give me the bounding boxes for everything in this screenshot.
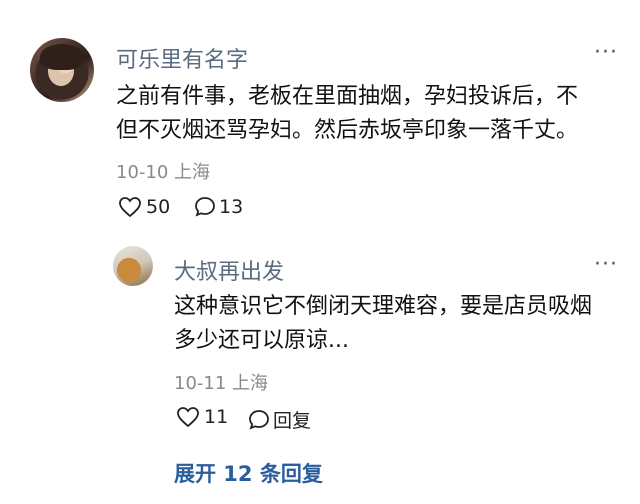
reply-count: 13 [219, 196, 244, 218]
reply-line-1: 这种意识它不倒闭天理难容，要是店员吸烟 [174, 294, 593, 319]
chat-bubble-icon [194, 196, 216, 218]
reply-like-button[interactable]: 11 [176, 406, 228, 428]
comment-line-1: 之前有件事，老板在里面抽烟，孕妇投诉后，不 [116, 84, 579, 109]
reply-avatar[interactable] [113, 246, 153, 286]
more-options-icon[interactable]: ··· [594, 40, 618, 65]
reply-username[interactable]: 大叔再出发 [174, 254, 284, 286]
reply-label: 回复 [273, 410, 312, 432]
comment-line-2: 但不灭烟还骂孕妇。然后赤坂亭印象一落千丈。 [116, 118, 579, 143]
like-button[interactable]: 50 [118, 196, 170, 218]
reply-like-count: 11 [204, 406, 229, 428]
reply-more-options-icon[interactable]: ··· [594, 252, 618, 277]
reply-count-button[interactable]: 13 [194, 196, 243, 218]
reply-meta: 10-11 上海 [174, 373, 269, 394]
heart-icon [176, 406, 200, 428]
comment-username[interactable]: 可乐里有名字 [116, 42, 248, 74]
reply-line-2: 多少还可以原谅... [174, 328, 349, 353]
avatar[interactable] [30, 38, 94, 102]
heart-icon [118, 196, 142, 218]
comment-meta: 10-10 上海 [116, 162, 211, 183]
like-count: 50 [146, 196, 171, 218]
expand-replies-link[interactable]: 展开 12 条回复 [174, 458, 323, 488]
chat-bubble-icon [248, 409, 270, 431]
reply-button[interactable]: 回复 [248, 406, 311, 433]
